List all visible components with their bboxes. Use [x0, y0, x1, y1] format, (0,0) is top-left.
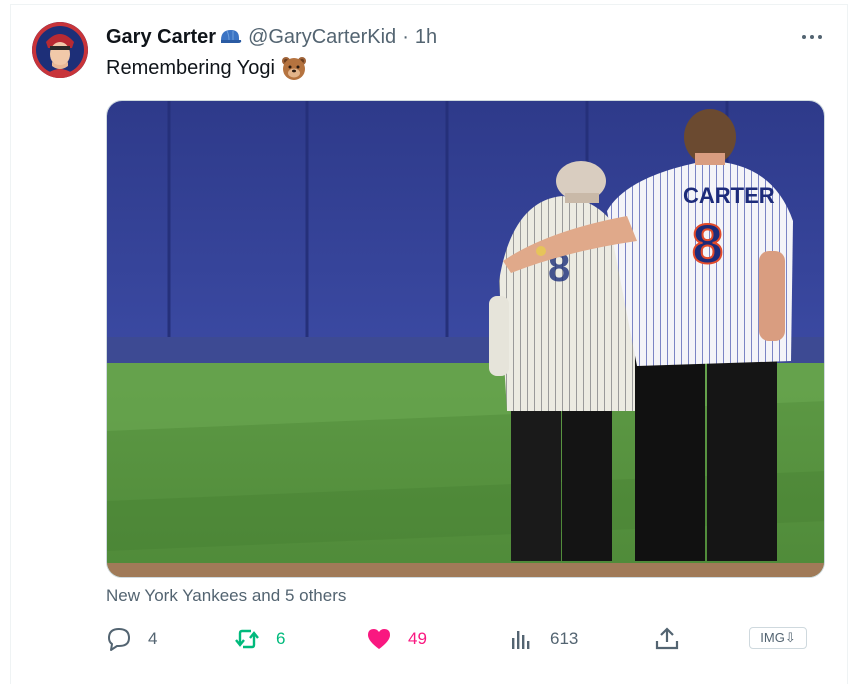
author-handle[interactable]: @GaryCarterKid — [248, 26, 396, 49]
tweet-header: Gary Carter @GaryCarterKid · 1h — [106, 24, 437, 50]
reply-count: 4 — [148, 629, 158, 648]
tweet-actions-bar: 4 6 49 613 — [106, 622, 816, 656]
retweet-icon — [234, 626, 260, 652]
like-count: 49 — [408, 629, 427, 648]
more-icon[interactable] — [798, 26, 826, 48]
tweet-text: Remembering Yogi — [106, 55, 307, 81]
views-count: 613 — [550, 629, 579, 648]
tweet-text-content: Remembering Yogi — [106, 56, 275, 79]
tagged-users-link[interactable]: New York Yankees and 5 others — [106, 586, 346, 606]
share-icon — [654, 626, 680, 652]
jersey-name-text: CARTER — [683, 183, 775, 208]
tweet-timestamp[interactable]: 1h — [415, 26, 437, 49]
heart-icon — [366, 626, 392, 652]
reply-button[interactable]: 4 — [106, 622, 157, 656]
retweet-button[interactable]: 6 — [234, 622, 285, 656]
author-name[interactable]: Gary Carter — [106, 26, 216, 49]
views-icon — [508, 626, 534, 652]
separator-dot: · — [402, 25, 409, 48]
bear-face-icon — [281, 55, 307, 81]
reply-icon — [106, 626, 132, 652]
tweet-photo[interactable]: 8 CARTER 8 — [106, 100, 825, 578]
jersey-number-text: 8 — [692, 212, 723, 275]
download-image-button[interactable]: IMG⇩ — [749, 627, 807, 649]
views-button[interactable]: 613 — [508, 622, 578, 656]
baseball-cap-icon — [218, 26, 242, 48]
share-button[interactable] — [654, 622, 680, 656]
like-button[interactable]: 49 — [366, 622, 427, 656]
retweet-count: 6 — [276, 629, 286, 648]
avatar[interactable] — [32, 22, 88, 78]
